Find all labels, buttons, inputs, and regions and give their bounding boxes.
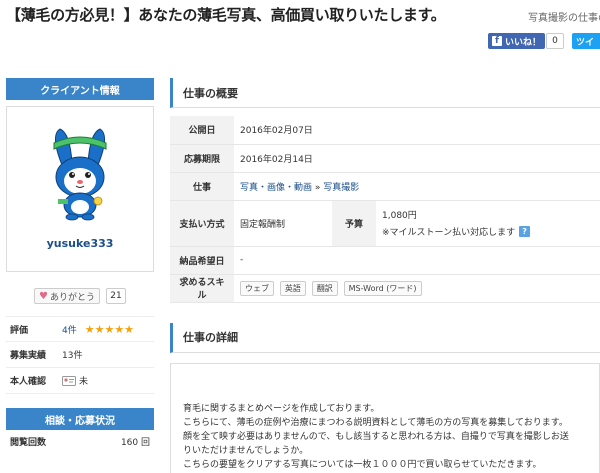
budget-value-cell: 1,080円 ※マイルストーン払い対応します ? [376, 200, 600, 247]
skill-tag[interactable]: 翻訳 [311, 280, 338, 296]
rabbit-mascot-avatar[interactable] [40, 125, 120, 221]
overview-table: 公開日 2016年02月07日 応募期限 2016年02月14日 仕事 写真・画… [170, 116, 600, 303]
details-line: りいただけませんでしょうか。 [183, 445, 309, 456]
budget-note-row: ※マイルストーン払い対応します ? [382, 225, 594, 238]
delivery-value: - [234, 246, 600, 275]
category-tagline[interactable]: 写真撮影の仕事の [528, 9, 600, 24]
budget-value: 1,080円 [382, 211, 417, 221]
table-row: 求めるスキル ウェブ 英語 翻訳 MS-Word (ワード) [170, 274, 600, 303]
page-title: 【薄毛の方必見！】あなたの薄毛写真、高価買い取りいたします。 [6, 6, 446, 24]
thanks-count: 21 [105, 288, 126, 304]
skills-value: ウェブ 英語 翻訳 MS-Word (ワード) [234, 274, 600, 303]
facebook-icon: f [492, 36, 502, 46]
job-label: 仕事 [170, 172, 234, 201]
client-stats: 評価 4件 ★★★★★ 募集実績 13件 本人確認 未 [6, 316, 154, 394]
star-rating-icon: ★★★★★ [84, 322, 135, 336]
client-username[interactable]: yusuke333 [47, 237, 114, 250]
client-sidebar: クライアント情報 yusuke333 ♥ ありがとう 21 評価 4件 ★★★★… [6, 78, 154, 452]
stat-value: 13件 [62, 351, 83, 361]
job-separator: » [312, 182, 324, 193]
budget-label: 予算 [332, 200, 376, 247]
stat-row-rating: 評価 4件 ★★★★★ [6, 316, 154, 342]
deadline-label: 応募期限 [170, 144, 234, 173]
stat-label: 本人確認 [10, 377, 47, 387]
skill-tag[interactable]: MS-Word (ワード) [343, 280, 422, 296]
details-section-title: 仕事の詳細 [170, 322, 600, 353]
stat-row-recruit: 募集実績 13件 [6, 342, 154, 368]
rating-count-link[interactable]: 4件 [62, 323, 77, 336]
id-card-icon [62, 375, 76, 386]
heart-icon: ♥ [39, 290, 48, 302]
budget-note: ※マイルストーン払い対応します [382, 228, 516, 238]
job-category-link[interactable]: 写真・画像・動画 [240, 183, 312, 193]
table-row: 納品希望日 - [170, 246, 600, 275]
views-value: 160 回 [120, 437, 150, 448]
skill-tag[interactable]: ウェブ [240, 280, 274, 296]
twitter-tweet-button[interactable]: ツイ [572, 33, 600, 49]
facebook-like-button[interactable]: f いいね！ [488, 33, 546, 49]
skills-label: 求めるスキル [170, 274, 234, 303]
deadline-value: 2016年02月14日 [234, 144, 600, 173]
help-icon[interactable]: ? [519, 226, 531, 237]
stat-label: 評価 [10, 325, 29, 336]
thanks-label: ありがとう [49, 292, 95, 303]
views-row: 閲覧回数 160 回 [6, 430, 154, 452]
table-row: 応募期限 2016年02月14日 [170, 144, 600, 173]
twitter-tweet-label: ツイ [576, 37, 595, 48]
published-label: 公開日 [170, 116, 234, 145]
client-info-header: クライアント情報 [6, 78, 154, 100]
details-body: 育毛に関するまとめページを作成しております。 こちらにて、薄毛の症例や治療にまつ… [170, 362, 600, 473]
payment-label: 支払い方式 [170, 200, 234, 247]
job-value: 写真・画像・動画 » 写真撮影 [234, 172, 600, 201]
details-line: 育毛に関するまとめページを作成しております。 [183, 403, 380, 414]
table-row: 仕事 写真・画像・動画 » 写真撮影 [170, 172, 600, 201]
delivery-label: 納品希望日 [170, 246, 234, 275]
details-line: こちらにて、薄毛の症例や治療にまつわる説明資料として薄毛の方の写真を募集しており… [183, 417, 568, 428]
job-main: 仕事の概要 公開日 2016年02月07日 応募期限 2016年02月14日 仕… [170, 78, 600, 473]
job-subcategory-link[interactable]: 写真撮影 [323, 183, 359, 193]
table-row: 公開日 2016年02月07日 [170, 116, 600, 145]
stat-label: 募集実績 [10, 351, 47, 361]
details-line: 顔を全て映す必要はありませんので、もし該当すると思われる方は、自撮りで写真を撮影… [183, 431, 569, 442]
client-card: yusuke333 [6, 106, 154, 272]
skill-tag[interactable]: 英語 [279, 280, 306, 296]
stat-value: 未 [62, 374, 88, 387]
thanks-button[interactable]: ♥ ありがとう [34, 288, 100, 304]
published-value: 2016年02月07日 [234, 116, 600, 145]
overview-section-title: 仕事の概要 [170, 78, 600, 108]
verify-status: 未 [79, 377, 89, 387]
facebook-like-label: いいね！ [505, 37, 542, 48]
apply-status-header: 相談・応募状況 [6, 408, 154, 430]
views-label: 閲覧回数 [10, 437, 47, 448]
facebook-like-count: 0 [546, 33, 564, 49]
payment-value: 固定報酬制 [234, 200, 332, 247]
thanks-row: ♥ ありがとう 21 [6, 288, 154, 304]
stat-value: 4件 ★★★★★ [62, 323, 134, 336]
table-row: 支払い方式 固定報酬制 予算 1,080円 ※マイルストーン払い対応します ? [170, 200, 600, 247]
details-line: こちらの要望をクリアする写真については一枚１０００円で買い取らせていただきます。 [183, 459, 542, 470]
stat-row-verify: 本人確認 未 [6, 368, 154, 394]
